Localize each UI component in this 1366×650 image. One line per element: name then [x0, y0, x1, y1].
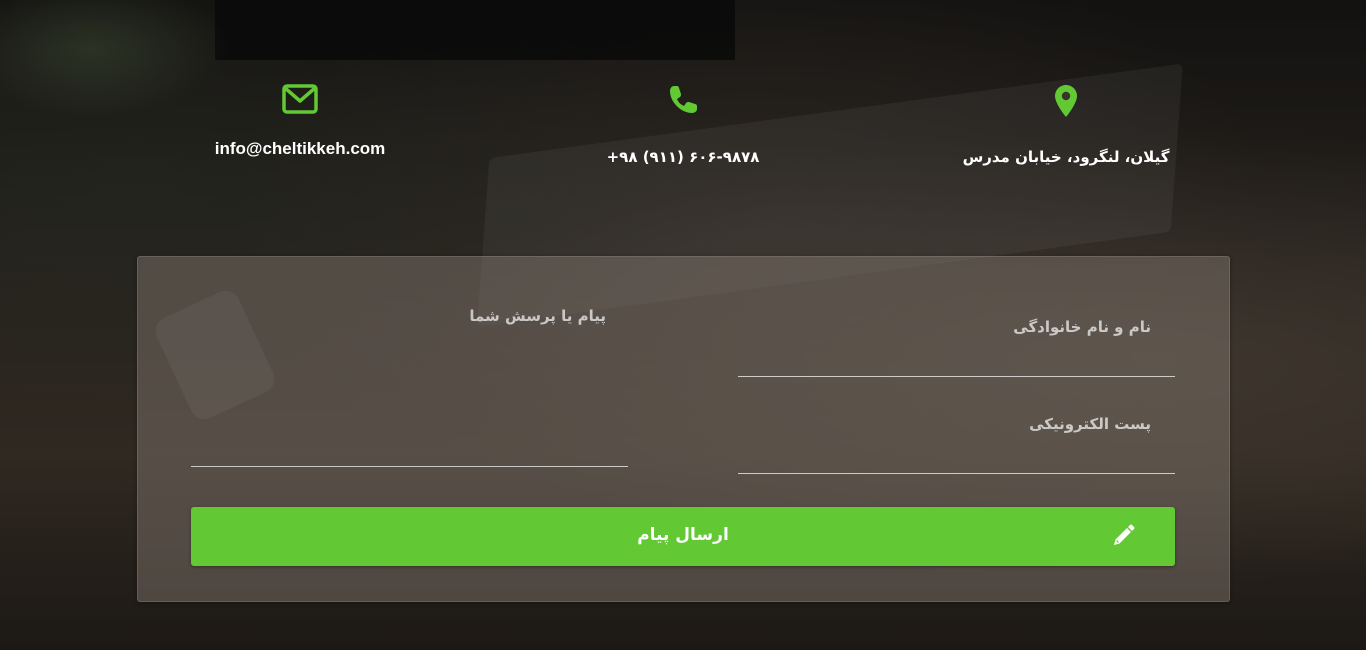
message-textarea[interactable] [191, 333, 628, 462]
email-field: پست الکترونیکی [738, 407, 1175, 474]
name-label: نام و نام خانوادگی [1013, 318, 1151, 336]
phone-icon [670, 86, 697, 113]
name-field: نام و نام خانوادگی [738, 312, 1175, 377]
email-label: پست الکترونیکی [1029, 415, 1151, 433]
message-underline [191, 466, 628, 467]
contact-email-text[interactable]: info@cheltikkeh.com [190, 139, 410, 159]
map-pin-icon [1055, 85, 1077, 117]
message-field: پیام یا پرسش شما [191, 297, 628, 467]
contact-address-text: گیلان، لنگرود، خیابان مدرس [962, 148, 1170, 166]
contact-phone-text[interactable]: +۹۸ (۹۱۱) ۶۰۶-۹۸۷۸ [583, 148, 783, 166]
envelope-icon [282, 84, 318, 114]
name-underline [738, 376, 1175, 377]
message-label: پیام یا پرسش شما [469, 307, 606, 325]
contact-address: گیلان، لنگرود، خیابان مدرس [950, 84, 1182, 166]
send-message-button[interactable]: ارسال پیام [191, 507, 1175, 566]
contact-email: info@cheltikkeh.com [190, 84, 410, 159]
contact-form: نام و نام خانوادگی پست الکترونیکی پیام ی… [137, 256, 1230, 602]
contact-phone: +۹۸ (۹۱۱) ۶۰۶-۹۸۷۸ [583, 84, 783, 166]
pencil-icon [1114, 524, 1135, 545]
name-input[interactable] [738, 342, 1175, 374]
email-input[interactable] [738, 439, 1175, 471]
email-underline [738, 473, 1175, 474]
send-message-label: ارسال پیام [637, 525, 729, 545]
